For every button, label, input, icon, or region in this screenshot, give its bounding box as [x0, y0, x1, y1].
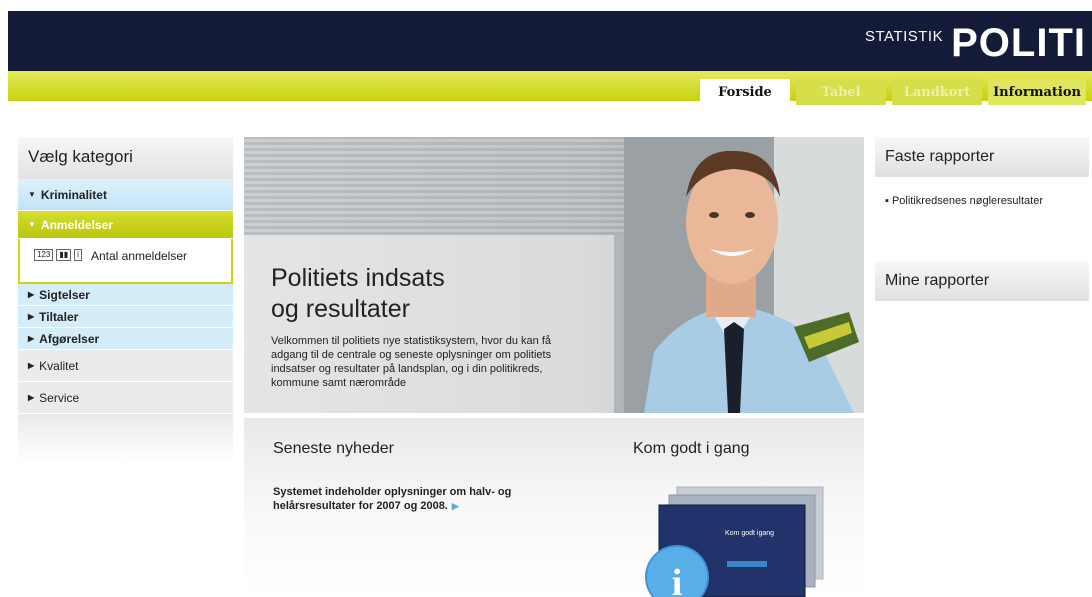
caret-down-icon: ▼	[28, 190, 36, 199]
caret-right-icon: ▶	[28, 290, 35, 299]
news-heading: Seneste nyheder	[273, 440, 394, 457]
hero-title-line: Politiets indsats	[271, 264, 445, 292]
chart-icon[interactable]: ▮▮	[56, 249, 72, 261]
hero-description: Velkommen til politiets nye statistiksys…	[271, 335, 552, 389]
logo-small-text: STATISTIK	[864, 28, 944, 45]
sidebar-title: Vælg kategori	[18, 137, 233, 179]
logo-big-text: POLITI	[951, 21, 1086, 65]
news-item[interactable]: Systemet indeholder oplysninger om halv-…	[273, 485, 513, 513]
caret-right-icon: ▶	[28, 393, 35, 402]
caret-right-icon: ▶	[28, 312, 35, 321]
category-label: Sigtelser	[39, 287, 90, 302]
category-sigtelser[interactable]: ▶ Sigtelser	[18, 284, 233, 306]
caret-right-icon: ▶	[28, 334, 35, 343]
bullet-icon: ▪	[885, 195, 892, 207]
hero-title-line: og resultater	[271, 295, 410, 323]
info-icon: i	[672, 562, 683, 597]
info-icon[interactable]: i	[74, 249, 82, 261]
anmeldelser-panel: 123 ▮▮ i Antal anmeldelser	[18, 239, 233, 284]
caret-right-icon: ▶	[28, 361, 35, 370]
tab-forside[interactable]: Forside	[700, 79, 790, 105]
category-label: Anmeldelser	[40, 217, 113, 232]
fixed-report-link[interactable]: Politikredsenes nøgleresultater	[892, 195, 1043, 207]
police-officer-photo	[624, 137, 864, 413]
news-text: Systemet indeholder oplysninger om halv-…	[273, 486, 512, 512]
my-reports-heading: Mine rapporter	[875, 261, 1089, 301]
category-sidebar: Vælg kategori ▼ Kriminalitet ▼ Anmeldels…	[18, 137, 233, 462]
tab-tabel[interactable]: Tabel	[796, 79, 886, 105]
category-label: Kvalitet	[39, 358, 79, 373]
header-bar: STATISTIK POLITI	[8, 11, 1092, 71]
reports-sidebar: Faste rapporter ▪ Politikredsenes nøgler…	[875, 137, 1089, 301]
content-area: Seneste nyheder Systemet indeholder oply…	[244, 418, 864, 597]
category-anmeldelser[interactable]: ▼ Anmeldelser	[18, 211, 233, 239]
site-logo[interactable]: STATISTIK POLITI	[865, 23, 1086, 63]
getting-started-heading: Kom godt i gang	[633, 440, 750, 457]
fixed-reports-heading: Faste rapporter	[875, 137, 1089, 177]
category-label: Afgørelser	[39, 331, 100, 346]
getting-started-thumbnail[interactable]: Kom godt igang i	[633, 483, 833, 597]
main-tabs: Forside Tabel Landkort Information	[700, 79, 1086, 105]
category-service[interactable]: ▶ Service	[18, 382, 233, 414]
category-label: Service	[39, 390, 80, 405]
category-label: Tiltaler	[39, 309, 79, 324]
fixed-report-item[interactable]: ▪ Politikredsenes nøgleresultater	[875, 177, 1089, 261]
caret-down-icon: ▼	[28, 220, 36, 229]
category-label: Kriminalitet	[40, 187, 107, 202]
number-icon[interactable]: 123	[34, 249, 54, 261]
panel-link-antal[interactable]: Antal anmeldelser	[91, 249, 187, 263]
category-kriminalitet[interactable]: ▼ Kriminalitet	[18, 179, 233, 211]
tab-landkort[interactable]: Landkort	[892, 79, 982, 105]
category-tiltaler[interactable]: ▶ Tiltaler	[18, 306, 233, 328]
arrow-right-icon[interactable]: ▶	[452, 501, 459, 511]
category-afgorelser[interactable]: ▶ Afgørelser	[18, 328, 233, 350]
tab-information[interactable]: Information	[988, 79, 1086, 105]
hero-title: Politiets indsats og resultater	[271, 263, 571, 325]
hero-banner: Politiets indsats og resultater Velkomme…	[244, 137, 864, 413]
category-kvalitet[interactable]: ▶ Kvalitet	[18, 350, 233, 382]
thumb-label: Kom godt igang	[725, 530, 774, 537]
